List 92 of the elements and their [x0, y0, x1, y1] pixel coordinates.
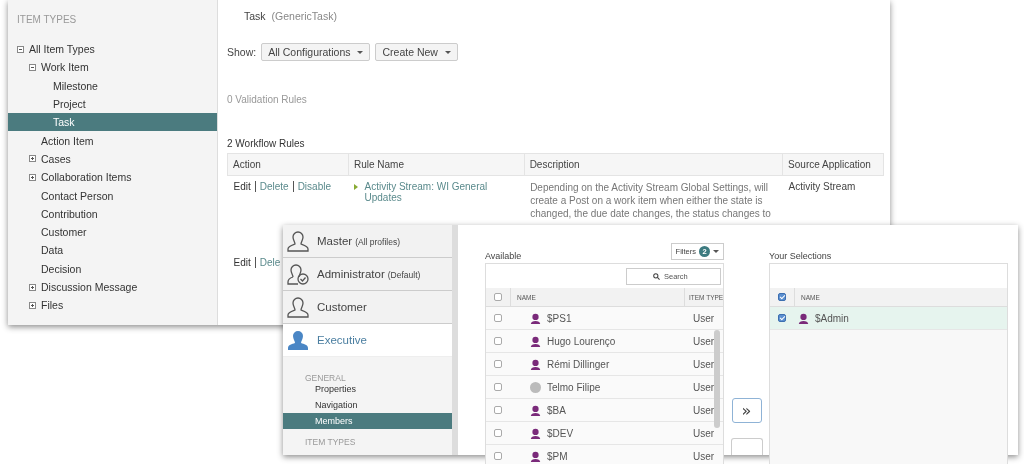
collapse-icon[interactable] — [29, 63, 36, 71]
rule-description: Depending on the Activity Stream Global Settings, will create a Post on a work item when either the state is changed, the due date changes, the status changes to — [530, 181, 772, 220]
tree-item[interactable]: Project — [53, 98, 86, 111]
user-avatar-icon — [530, 427, 541, 439]
tree-item[interactable]: Data — [41, 244, 64, 257]
member-name: $BA — [547, 404, 566, 416]
tree-item[interactable]: Files — [41, 299, 64, 312]
item-subtitle: (GenericTask) — [271, 10, 337, 24]
member-name: Telmo Filipe — [547, 381, 601, 393]
selections-label: Your Selections — [769, 251, 832, 261]
checkbox[interactable] — [494, 429, 502, 437]
workflow-rules-count: 2 Workflow Rules — [227, 138, 306, 149]
checkbox[interactable] — [778, 293, 786, 301]
nav-item[interactable]: Properties — [283, 381, 452, 397]
tree-item[interactable]: Collaboration Items — [41, 171, 132, 184]
action-link[interactable]: Edit — [233, 257, 255, 268]
expand-icon[interactable] — [29, 155, 36, 163]
tree-item[interactable]: Customer — [41, 226, 87, 239]
profile-item[interactable]: Executive — [283, 324, 452, 357]
action-link[interactable]: Delete — [254, 181, 293, 192]
rule-name-link[interactable]: Activity Stream: WI General Updates — [364, 181, 519, 203]
dropdown-button[interactable]: All Configurations — [261, 43, 371, 61]
tree-item[interactable]: Contact Person — [41, 189, 114, 202]
collapse-icon[interactable] — [17, 45, 24, 53]
person-check-icon — [287, 263, 309, 285]
move-back-button[interactable] — [730, 437, 763, 455]
column-header: Action — [227, 153, 349, 176]
user-avatar-icon — [530, 404, 541, 416]
expand-icon[interactable] — [29, 173, 36, 181]
scrollbar[interactable] — [714, 330, 720, 428]
member-name: $DEV — [547, 427, 574, 439]
member-name: $Admin — [815, 312, 849, 324]
item-type-cell-text: User — [692, 427, 716, 439]
checkbox[interactable] — [494, 360, 502, 368]
member-name: $PS1 — [547, 312, 572, 324]
item-type-cell-text: User — [692, 381, 716, 393]
user-avatar-icon — [530, 312, 541, 324]
tree-item[interactable]: Work Item — [41, 61, 89, 74]
source-application: Activity Stream — [788, 181, 856, 192]
person-icon — [287, 329, 309, 351]
person-icon — [287, 296, 309, 318]
tree-item[interactable]: Action Item — [41, 134, 94, 147]
action-link[interactable]: Edit — [233, 181, 255, 192]
user-avatar-icon — [530, 450, 541, 462]
item-title: Task — [244, 10, 266, 24]
column-header: Rule Name — [348, 153, 525, 176]
item-type-cell-text: User — [692, 450, 716, 462]
photo-placeholder — [530, 381, 541, 393]
section-heading: ITEM TYPES — [304, 436, 357, 445]
member-name: Hugo Lourenço — [547, 335, 616, 347]
checkbox[interactable] — [494, 406, 502, 414]
user-avatar-icon — [530, 358, 541, 370]
checkbox[interactable] — [494, 314, 502, 322]
available-label: Available — [485, 251, 522, 261]
section-heading: GENERAL — [304, 372, 347, 381]
user-avatar-icon — [798, 312, 809, 324]
nav-item[interactable]: Members — [283, 413, 452, 429]
validation-rules-count: 0 Validation Rules — [227, 94, 308, 105]
item-type-cell-text: User — [692, 404, 716, 416]
checkbox[interactable] — [778, 314, 786, 322]
user-avatar-icon — [530, 335, 541, 347]
checkbox[interactable] — [494, 293, 502, 301]
caret-icon — [357, 50, 364, 54]
tree-item[interactable]: All Item Types — [29, 43, 95, 56]
show-label: Show: — [227, 46, 257, 58]
tree-item[interactable]: Discussion Message — [41, 281, 138, 293]
tree-item[interactable]: Milestone — [53, 79, 98, 92]
tree-item[interactable]: Cases — [41, 152, 71, 165]
checkbox[interactable] — [494, 337, 502, 345]
expand-icon[interactable] — [29, 301, 36, 309]
tree-item[interactable]: Contribution — [41, 207, 98, 220]
action-link[interactable]: Disable — [292, 181, 335, 192]
move-all-button[interactable]: » — [731, 398, 762, 423]
triangle-icon — [354, 184, 359, 190]
tree-item[interactable]: Task — [53, 116, 75, 129]
nav-item[interactable]: Navigation — [283, 397, 452, 413]
search-icon — [653, 272, 660, 280]
checkbox[interactable] — [494, 452, 502, 460]
person-icon — [287, 230, 309, 252]
checkbox[interactable] — [494, 383, 502, 391]
item-type-cell-text: User — [692, 335, 716, 347]
sidebar-title: ITEM TYPES — [16, 13, 78, 27]
column-header: Description — [524, 153, 783, 176]
member-name: Rémi Dillinger — [547, 358, 610, 370]
member-name: $PM — [547, 450, 568, 462]
caret-icon — [444, 50, 451, 54]
item-type-cell-text: User — [692, 312, 716, 324]
item-type-cell-text: User — [692, 358, 716, 370]
dropdown-button[interactable]: Create New — [375, 43, 458, 61]
column-header: Source Application — [782, 153, 884, 176]
expand-icon[interactable] — [29, 283, 36, 291]
tree-item[interactable]: Decision — [41, 262, 82, 275]
